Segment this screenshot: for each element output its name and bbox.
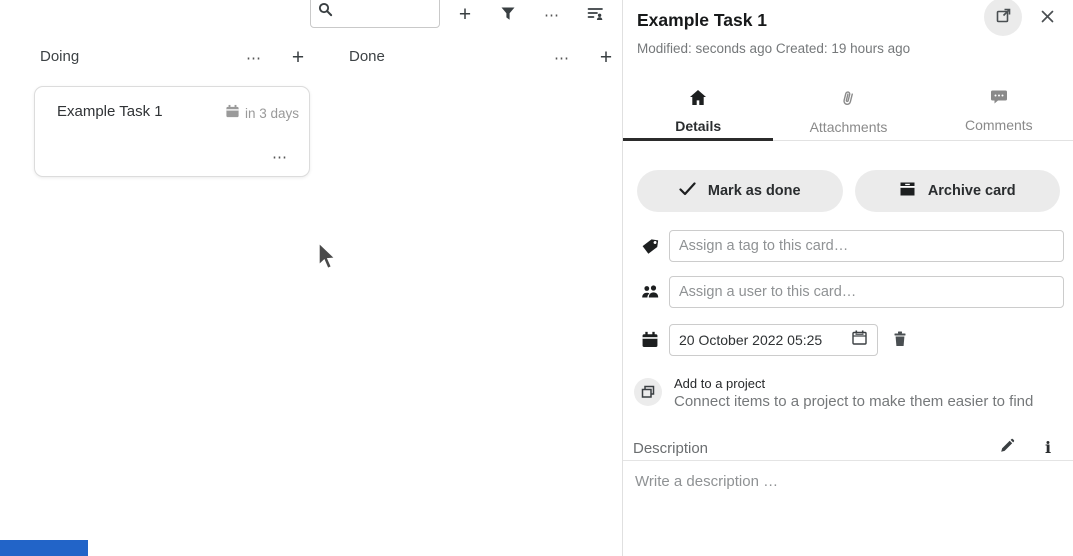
archive-icon: [899, 181, 916, 201]
ellipsis-icon: ⋯: [272, 150, 288, 165]
column-doing-menu-button[interactable]: ⋯: [239, 45, 269, 71]
comment-bubble-icon: [990, 89, 1008, 110]
close-icon: [1040, 9, 1055, 27]
assign-user-input[interactable]: [669, 276, 1064, 308]
pencil-icon: [999, 438, 1015, 457]
app-window: + ⋯ Doing ⋯ + Example Task 1: [0, 0, 1073, 556]
add-to-project-title: Add to a project: [674, 376, 765, 391]
calendar-icon: [641, 331, 659, 353]
plus-icon: +: [600, 47, 612, 68]
card-details-panel: Example Task 1 Modified: seconds ago Cre…: [622, 0, 1073, 556]
archive-card-button[interactable]: Archive card: [855, 170, 1061, 212]
users-icon: [641, 283, 660, 305]
tab-attachments-label: Attachments: [810, 119, 888, 135]
column-done-add-button[interactable]: +: [591, 44, 621, 70]
description-info-button[interactable]: i: [1035, 434, 1061, 460]
paperclip-icon: [840, 89, 856, 112]
search-box: [310, 0, 440, 28]
tab-details-label: Details: [675, 118, 721, 134]
ellipsis-icon: ⋯: [544, 8, 560, 23]
edit-description-button[interactable]: [994, 434, 1020, 460]
tab-comments[interactable]: Comments: [924, 80, 1073, 140]
description-label: Description: [633, 440, 708, 457]
column-done-menu-button[interactable]: ⋯: [547, 45, 577, 71]
panel-tabs: Details Attachments Comments: [623, 80, 1073, 141]
panel-card-meta: Modified: seconds ago Created: 19 hours …: [637, 41, 910, 56]
project-icon: [634, 378, 662, 406]
search-input[interactable]: [337, 4, 432, 22]
tab-details[interactable]: Details: [623, 80, 773, 140]
task-card[interactable]: Example Task 1 in 3 days ⋯: [34, 86, 310, 177]
card-due-label: in 3 days: [245, 106, 299, 121]
description-placeholder[interactable]: Write a description …: [635, 473, 778, 490]
remove-due-date-button[interactable]: [886, 327, 914, 353]
description-header: Description i: [623, 437, 1073, 461]
tab-comments-label: Comments: [965, 117, 1033, 133]
home-icon: [689, 89, 707, 111]
ellipsis-icon: ⋯: [554, 51, 570, 66]
archive-card-label: Archive card: [928, 183, 1016, 199]
add-to-project-row[interactable]: Add to a project Connect items to a proj…: [634, 376, 1064, 410]
calendar-icon: [225, 104, 240, 122]
close-panel-button[interactable]: [1036, 7, 1058, 29]
card-title: Example Task 1: [57, 103, 163, 120]
filter-button[interactable]: [494, 2, 522, 28]
column-title-doing: Doing: [40, 48, 79, 65]
search-icon: [318, 2, 333, 22]
user-field-row: [623, 276, 1073, 308]
board-menu-button[interactable]: ⋯: [538, 2, 566, 28]
card-due-date: in 3 days: [225, 104, 299, 122]
trash-icon: [892, 330, 908, 350]
mouse-cursor: [317, 242, 337, 272]
info-icon: i: [1045, 438, 1051, 457]
bottom-left-blue-rect: [0, 540, 88, 556]
calendar-outline-icon: [851, 329, 868, 351]
add-card-button[interactable]: +: [451, 1, 479, 27]
due-date-picker[interactable]: 20 October 2022 05:25: [669, 324, 878, 356]
card-menu-button[interactable]: ⋯: [265, 144, 295, 170]
plus-icon: +: [292, 47, 304, 68]
sort-list-icon: [587, 6, 604, 25]
tab-attachments[interactable]: Attachments: [773, 80, 923, 140]
tag-icon: [641, 237, 659, 260]
open-in-window-button[interactable]: [984, 0, 1022, 36]
due-date-row: 20 October 2022 05:25: [623, 324, 1073, 356]
sort-button[interactable]: [581, 2, 609, 28]
panel-card-title: Example Task 1: [637, 10, 767, 31]
add-to-project-subtitle: Connect items to a project to make them …: [674, 393, 1033, 410]
tag-field-row: [623, 230, 1073, 262]
external-link-icon: [995, 7, 1012, 27]
ellipsis-icon: ⋯: [246, 51, 262, 66]
kanban-board: + ⋯ Doing ⋯ + Example Task 1: [0, 0, 622, 556]
mark-as-done-label: Mark as done: [708, 183, 801, 199]
mark-as-done-button[interactable]: Mark as done: [637, 170, 843, 212]
assign-tag-input[interactable]: [669, 230, 1064, 262]
check-icon: [679, 182, 696, 200]
plus-icon: +: [459, 4, 471, 25]
column-doing-add-button[interactable]: +: [283, 44, 313, 70]
due-date-value: 20 October 2022 05:25: [679, 332, 851, 348]
filter-funnel-icon: [500, 6, 516, 25]
column-title-done: Done: [349, 48, 385, 65]
card-actions-row: Mark as done Archive card: [637, 170, 1060, 212]
